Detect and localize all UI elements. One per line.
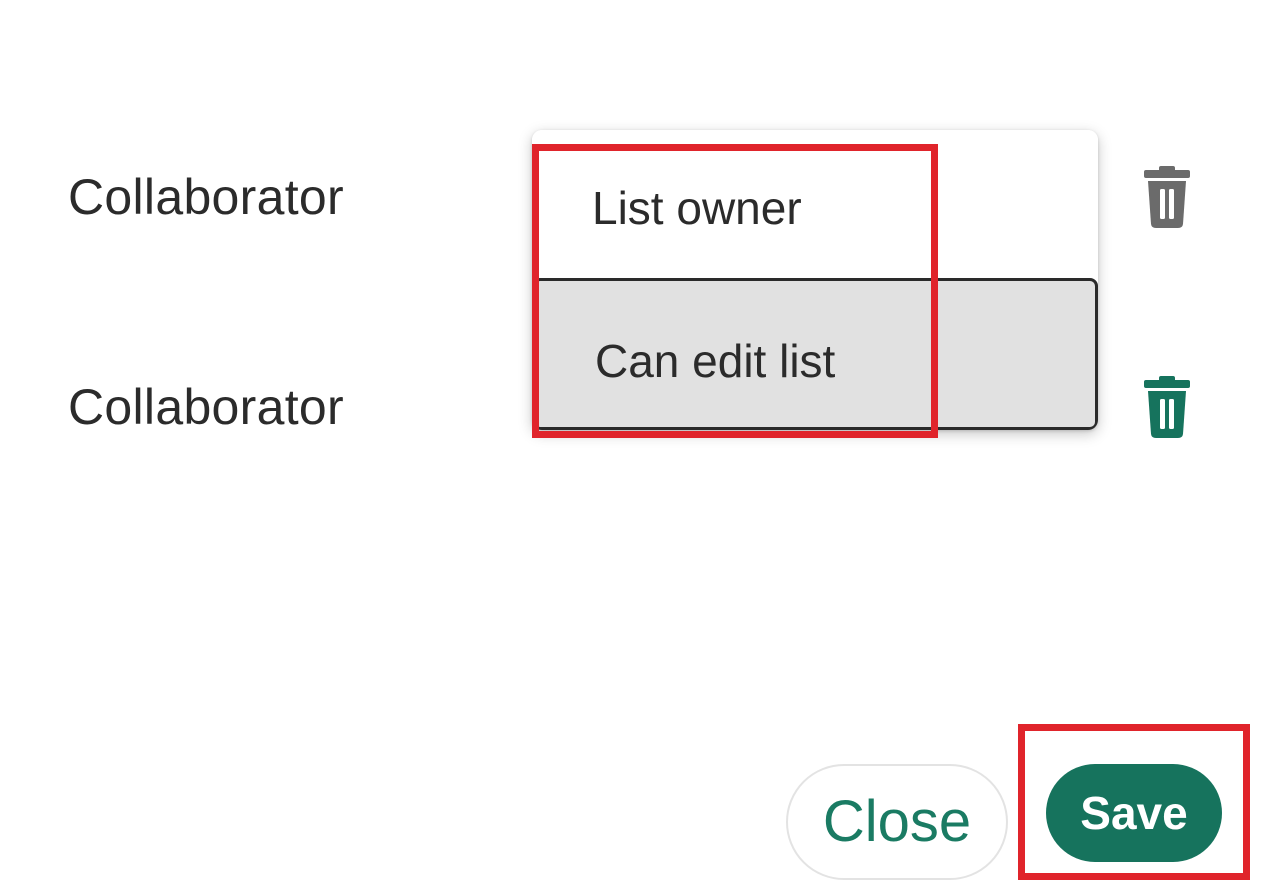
permission-dropdown-menu: List owner Can edit list xyxy=(532,130,1098,430)
collaborator-role-label: Collaborator xyxy=(68,379,344,435)
trash-icon xyxy=(1144,166,1190,228)
dropdown-option-list-owner[interactable]: List owner xyxy=(532,130,1098,278)
trash-icon xyxy=(1144,376,1190,438)
collaborator-role-label: Collaborator xyxy=(68,169,344,225)
dropdown-option-can-edit-list[interactable]: Can edit list xyxy=(532,278,1098,430)
collaborators-dialog: Collaborator Collaborator List owner Can… xyxy=(0,0,1280,890)
save-button[interactable]: Save xyxy=(1046,764,1222,862)
delete-collaborator-button[interactable] xyxy=(1142,166,1192,228)
delete-collaborator-button[interactable] xyxy=(1142,376,1192,438)
close-button[interactable]: Close xyxy=(786,764,1008,880)
